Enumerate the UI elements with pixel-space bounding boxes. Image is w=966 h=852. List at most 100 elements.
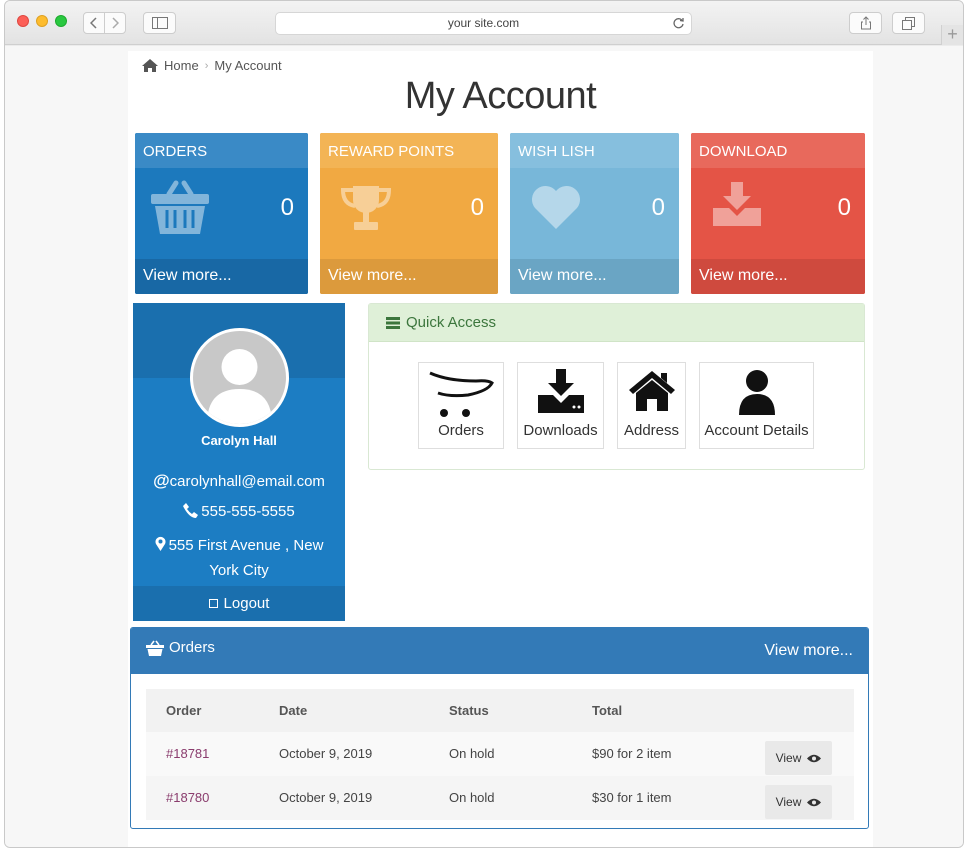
eye-icon [807, 798, 822, 806]
address-bar[interactable]: your site.com [275, 12, 692, 35]
order-number-link[interactable]: #18781 [166, 746, 209, 761]
profile-panel: Carolyn Hall @carolynhall@email.com 555-… [133, 303, 345, 621]
table-header-row: Order Date Status Total [146, 689, 854, 732]
quick-access-address[interactable]: Address [617, 362, 686, 449]
orders-card-count: 0 [280, 194, 294, 221]
minimize-window-button[interactable] [36, 15, 48, 27]
profile-name: Carolyn Hall [201, 433, 277, 448]
quick-access-downloads-label: Downloads [523, 422, 598, 439]
browser-toolbar: your site.com + [5, 1, 963, 45]
download-icon [537, 369, 584, 413]
list-icon [386, 316, 400, 329]
logout-button[interactable]: Logout [133, 586, 345, 621]
house-icon [628, 371, 675, 411]
quick-access-account-details[interactable]: Account Details [699, 362, 814, 449]
orders-card: ORDERS 0 View more... [135, 133, 308, 294]
trophy-icon [340, 186, 392, 230]
wish-card-view-more[interactable]: View more... [510, 259, 679, 294]
profile-email-text: carolynhall@email.com [169, 473, 325, 490]
download-card-count: 0 [837, 194, 851, 221]
logout-icon [208, 599, 218, 608]
order-total: $30 for 1 item [592, 790, 672, 805]
reward-card-title: REWARD POINTS [320, 133, 498, 168]
forward-button[interactable] [104, 12, 126, 34]
reward-points-card: REWARD POINTS 0 View more... [320, 133, 498, 294]
download-card-title: DOWNLOAD [691, 133, 865, 168]
quick-access-panel: Quick Access Orders Downloads Address Ac… [368, 303, 865, 470]
quick-access-downloads[interactable]: Downloads [517, 362, 604, 449]
orders-panel-view-more[interactable]: View more... [764, 642, 853, 660]
url-text: your site.com [447, 16, 520, 30]
breadcrumb-current: My Account [214, 58, 282, 73]
orders-panel: Orders View more... Order Date Status To… [130, 627, 869, 829]
reward-card-view-more[interactable]: View more... [320, 259, 498, 294]
avatar [190, 328, 289, 427]
back-button[interactable] [83, 12, 105, 34]
reward-card-count: 0 [470, 194, 484, 221]
orders-table: Order Date Status Total #18781 October 9… [146, 689, 854, 820]
download-card-view-more[interactable]: View more... [691, 259, 865, 294]
page-title: My Account [404, 75, 597, 117]
map-marker-icon [155, 536, 166, 551]
chevron-left-icon [90, 17, 97, 29]
breadcrumb-home-link[interactable]: Home [164, 58, 199, 73]
maximize-window-button[interactable] [55, 15, 67, 27]
tabs-icon [902, 16, 915, 30]
wish-card-title: WISH LISH [510, 133, 679, 168]
eye-icon [807, 754, 822, 762]
view-order-button[interactable]: View [765, 785, 832, 819]
order-status: On hold [449, 790, 495, 805]
orders-card-title: ORDERS [135, 133, 308, 168]
view-order-button[interactable]: View [765, 741, 832, 775]
view-order-label: View [775, 795, 802, 809]
order-status: On hold [449, 746, 495, 761]
quick-access-account-details-label: Account Details [704, 422, 809, 439]
quick-access-header: Quick Access [369, 304, 864, 342]
home-icon[interactable] [142, 59, 158, 72]
orders-panel-title: Orders [169, 639, 215, 656]
column-header-total: Total [592, 703, 623, 718]
basket-icon [146, 640, 164, 656]
reload-icon[interactable] [672, 17, 685, 30]
column-header-date: Date [279, 703, 308, 718]
user-silhouette-icon [207, 349, 272, 424]
breadcrumb-separator: › [204, 59, 209, 72]
tabs-button[interactable] [892, 12, 925, 34]
browser-viewport: Home › My Account My Account ORDERS 0 Vi… [5, 46, 963, 847]
profile-address: 555 First Avenue , New York City [143, 533, 335, 583]
table-row: #18780 October 9, 2019 On hold $30 for 1… [146, 776, 854, 820]
heart-icon [531, 185, 581, 229]
profile-phone: 555-555-5555 [133, 503, 345, 520]
view-order-label: View [775, 751, 802, 765]
order-total: $90 for 2 item [592, 746, 672, 761]
profile-address-text: 555 First Avenue , New York City [168, 537, 324, 579]
order-number-link[interactable]: #18780 [166, 790, 209, 805]
profile-phone-text: 555-555-5555 [201, 503, 295, 520]
quick-access-orders[interactable]: Orders [418, 362, 504, 449]
orders-card-view-more[interactable]: View more... [135, 259, 308, 294]
table-row: #18781 October 9, 2019 On hold $90 for 2… [146, 732, 854, 776]
profile-email: @carolynhall@email.com [133, 471, 345, 491]
quick-access-title: Quick Access [406, 314, 497, 331]
chevron-right-icon [112, 17, 119, 29]
sidebar-toggle-button[interactable] [143, 12, 176, 34]
column-header-status: Status [449, 703, 489, 718]
orders-panel-header: Orders View more... [131, 628, 868, 674]
wish-list-card: WISH LISH 0 View more... [510, 133, 679, 294]
quick-access-orders-label: Orders [438, 422, 484, 439]
wish-card-count: 0 [651, 194, 665, 221]
sidebar-icon [151, 17, 168, 29]
share-icon [860, 16, 871, 30]
new-tab-button[interactable]: + [941, 25, 963, 45]
logout-label: Logout [223, 595, 270, 612]
breadcrumb: Home › My Account [142, 58, 282, 73]
phone-icon [183, 503, 199, 518]
column-header-order: Order [166, 703, 202, 718]
browser-window: your site.com + Home › My Account My Acc… [4, 0, 964, 848]
cart-icon [429, 371, 494, 417]
order-date: October 9, 2019 [279, 746, 373, 761]
share-button[interactable] [849, 12, 882, 34]
user-icon [738, 370, 775, 415]
close-window-button[interactable] [17, 15, 29, 27]
order-date: October 9, 2019 [279, 790, 373, 805]
